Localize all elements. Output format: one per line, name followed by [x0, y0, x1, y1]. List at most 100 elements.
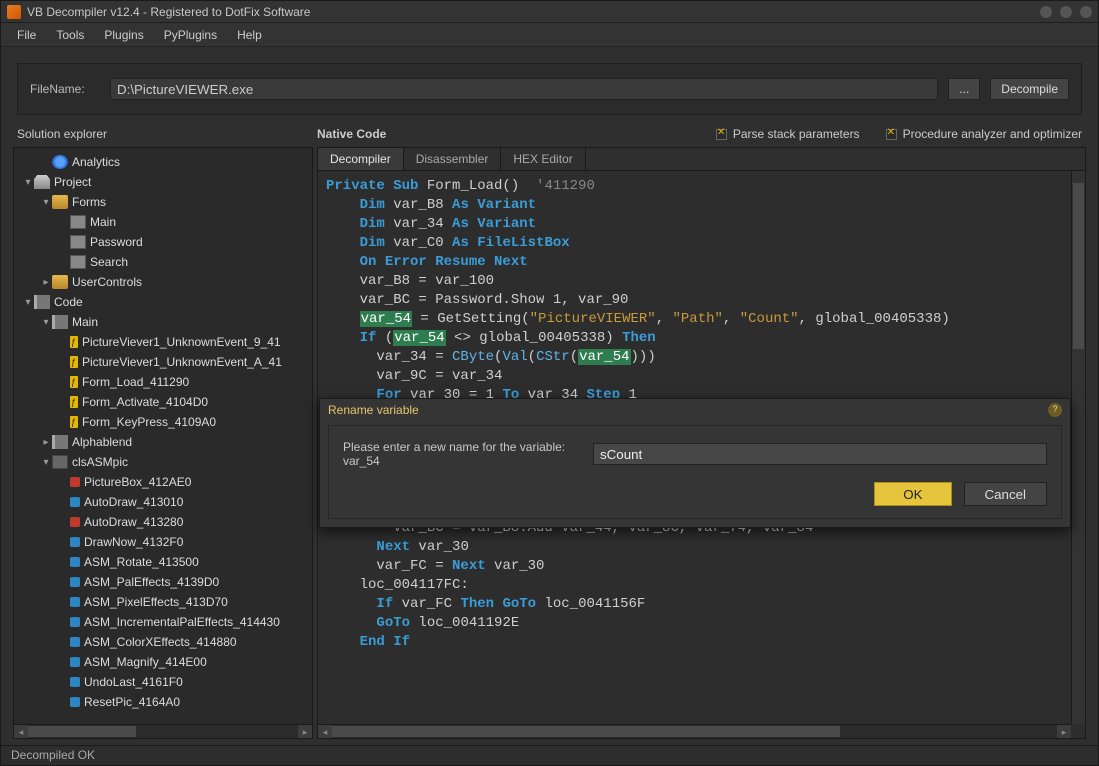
- tree-node-label: ASM_Magnify_414E00: [84, 655, 207, 669]
- code-tabs: Decompiler Disassembler HEX Editor: [318, 148, 1085, 171]
- tree-node[interactable]: PictureViever1_UnknownEvent_A_41: [14, 352, 312, 372]
- menu-pyplugins[interactable]: PyPlugins: [156, 26, 225, 44]
- module-icon: [52, 435, 68, 449]
- expander-icon[interactable]: ▾: [40, 197, 52, 208]
- menu-plugins[interactable]: Plugins: [96, 26, 151, 44]
- expander-icon[interactable]: ▾: [22, 297, 34, 308]
- tree-node-label: Project: [54, 175, 91, 189]
- tree-node-label: UndoLast_4161F0: [84, 675, 183, 689]
- filename-input[interactable]: [110, 78, 938, 100]
- tree-node-label: Password: [90, 235, 143, 249]
- variable-name-input[interactable]: [593, 443, 1047, 465]
- func-icon: [70, 416, 78, 428]
- tree-node[interactable]: ASM_PixelEffects_413D70: [14, 592, 312, 612]
- scroll-left-icon[interactable]: ◂: [14, 725, 28, 738]
- tree-node[interactable]: ASM_PalEffects_4139D0: [14, 572, 312, 592]
- tab-disassembler[interactable]: Disassembler: [404, 148, 502, 170]
- code-vscrollbar[interactable]: [1071, 171, 1085, 724]
- tree-node[interactable]: PictureBox_412AE0: [14, 472, 312, 492]
- solution-explorer: Analytics▾Project▾FormsMainPasswordSearc…: [13, 147, 313, 739]
- tree-node-label: Search: [90, 255, 128, 269]
- scroll-track[interactable]: [332, 725, 1057, 738]
- tree-node[interactable]: ▾ clsASMpic: [14, 452, 312, 472]
- tree-node[interactable]: ▾ Code: [14, 292, 312, 312]
- dialog-titlebar[interactable]: Rename variable ?: [320, 399, 1070, 421]
- cancel-button[interactable]: Cancel: [964, 482, 1048, 506]
- proc-analyzer-checkbox[interactable]: Procedure analyzer and optimizer: [886, 127, 1082, 141]
- tree-node[interactable]: Main: [14, 212, 312, 232]
- tree-node-label: ASM_PixelEffects_413D70: [84, 595, 228, 609]
- tree-node[interactable]: DrawNow_4132F0: [14, 532, 312, 552]
- menu-tools[interactable]: Tools: [48, 26, 92, 44]
- tree-hscrollbar[interactable]: ◂ ▸: [14, 724, 312, 738]
- func-icon: [70, 396, 78, 408]
- method-blue-icon: [70, 657, 80, 667]
- scroll-thumb[interactable]: [332, 726, 840, 737]
- tree-node[interactable]: Form_Load_411290: [14, 372, 312, 392]
- tree-node[interactable]: ASM_ColorXEffects_414880: [14, 632, 312, 652]
- expander-icon[interactable]: ▾: [40, 457, 52, 468]
- scroll-right-icon[interactable]: ▸: [1057, 725, 1071, 738]
- dialog-close-icon[interactable]: ?: [1048, 403, 1062, 417]
- parse-stack-checkbox[interactable]: Parse stack parameters: [716, 127, 860, 141]
- tree-node[interactable]: ▸Alphablend: [14, 432, 312, 452]
- expander-icon[interactable]: ▾: [22, 177, 34, 188]
- tree-node-label: Forms: [72, 195, 106, 209]
- tree-scroll[interactable]: Analytics▾Project▾FormsMainPasswordSearc…: [14, 148, 312, 724]
- tree-node[interactable]: ASM_IncrementalPalEffects_414430: [14, 612, 312, 632]
- close-button[interactable]: [1080, 6, 1092, 18]
- tree-node-label: ASM_PalEffects_4139D0: [84, 575, 219, 589]
- folder-icon: [52, 195, 68, 209]
- menubar: File Tools Plugins PyPlugins Help: [1, 23, 1098, 47]
- tree-node-label: Main: [90, 215, 116, 229]
- tree-node[interactable]: ▾ Forms: [14, 192, 312, 212]
- scroll-right-icon[interactable]: ▸: [298, 725, 312, 738]
- tree-node[interactable]: ResetPic_4164A0: [14, 692, 312, 712]
- titlebar[interactable]: VB Decompiler v12.4 - Registered to DotF…: [1, 1, 1098, 23]
- tree-node[interactable]: AutoDraw_413010: [14, 492, 312, 512]
- window-title: VB Decompiler v12.4 - Registered to DotF…: [27, 5, 1040, 19]
- expander-icon[interactable]: ▸: [40, 437, 52, 448]
- tree-node[interactable]: PictureViever1_UnknownEvent_9_41: [14, 332, 312, 352]
- cls-icon: [52, 455, 68, 469]
- app-icon: [7, 5, 21, 19]
- toolbar-inner: FileName: ... Decompile: [17, 63, 1082, 115]
- tree-node[interactable]: ASM_Magnify_414E00: [14, 652, 312, 672]
- tree-node-label: Code: [54, 295, 83, 309]
- tree-node-label: Analytics: [72, 155, 120, 169]
- minimize-button[interactable]: [1040, 6, 1052, 18]
- tab-decompiler[interactable]: Decompiler: [318, 148, 404, 170]
- tree-node[interactable]: Analytics: [14, 152, 312, 172]
- browse-button[interactable]: ...: [948, 78, 980, 100]
- tree-node[interactable]: ▸UserControls: [14, 272, 312, 292]
- tree-node[interactable]: ▾ Project: [14, 172, 312, 192]
- tab-hex-editor[interactable]: HEX Editor: [501, 148, 585, 170]
- tree-node[interactable]: ▾Main: [14, 312, 312, 332]
- tree-node-label: clsASMpic: [72, 455, 128, 469]
- code-hscrollbar[interactable]: ◂ ▸: [318, 724, 1071, 738]
- tree-node[interactable]: Search: [14, 252, 312, 272]
- method-blue-icon: [70, 697, 80, 707]
- menu-help[interactable]: Help: [229, 26, 270, 44]
- scroll-thumb[interactable]: [28, 726, 136, 737]
- tree-node[interactable]: Form_Activate_4104D0: [14, 392, 312, 412]
- tree-node[interactable]: AutoDraw_413280: [14, 512, 312, 532]
- maximize-button[interactable]: [1060, 6, 1072, 18]
- tree-node[interactable]: Form_KeyPress_4109A0: [14, 412, 312, 432]
- tree-node[interactable]: UndoLast_4161F0: [14, 672, 312, 692]
- menu-file[interactable]: File: [9, 26, 44, 44]
- tree-node[interactable]: ASM_Rotate_413500: [14, 552, 312, 572]
- ok-button[interactable]: OK: [874, 482, 951, 506]
- scroll-track[interactable]: [28, 725, 298, 738]
- vscroll-thumb[interactable]: [1073, 183, 1084, 349]
- form-icon: [70, 255, 86, 269]
- folder-icon: [52, 275, 68, 289]
- expander-icon[interactable]: ▾: [40, 317, 52, 328]
- method-blue-icon: [70, 597, 80, 607]
- scroll-left-icon[interactable]: ◂: [318, 725, 332, 738]
- expander-icon[interactable]: ▸: [40, 277, 52, 288]
- checkbox-icon: [716, 129, 727, 140]
- method-blue-icon: [70, 537, 80, 547]
- tree-node[interactable]: Password: [14, 232, 312, 252]
- decompile-button[interactable]: Decompile: [990, 78, 1069, 100]
